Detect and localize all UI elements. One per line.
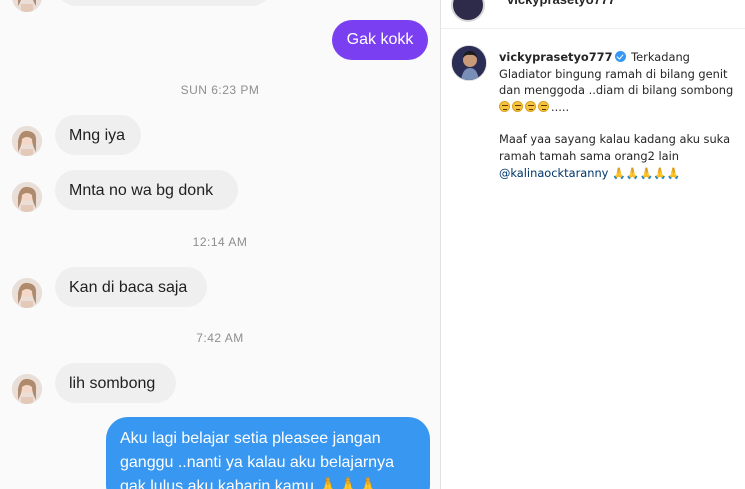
caption-username[interactable]: vickyprasetyo777 (499, 50, 613, 64)
expressionless-emoji-icon (525, 100, 536, 112)
author-avatar[interactable] (451, 0, 485, 22)
timestamp: 12:14 AM (192, 235, 248, 249)
sender-avatar[interactable] (12, 182, 42, 212)
message-bubble-received[interactable]: Mnta no wa bg donk (55, 170, 238, 210)
post-comments-panel: vickyprasetyo777 vickyprasetyo777 Terkad… (441, 0, 745, 489)
expressionless-emoji-icon (512, 100, 523, 112)
timestamp: 7:42 AM (196, 331, 244, 345)
timestamp: SUN 6:23 PM (180, 83, 260, 97)
caption-text-2: Maaf yaa sayang kalau kadang aku suka ra… (499, 132, 731, 163)
mention-link[interactable]: @kalinaocktaranny (499, 166, 608, 180)
message-bubble-received[interactable]: Kan di baca saja (55, 267, 207, 307)
sender-avatar[interactable] (12, 126, 42, 156)
message-bubble-partial (55, 0, 273, 6)
sender-avatar[interactable] (12, 278, 42, 308)
caption-trail: ..... (551, 99, 570, 114)
author-avatar[interactable] (451, 45, 487, 81)
pray-emoji: 🙏🙏🙏🙏🙏 (612, 166, 681, 180)
expressionless-emoji-icon (499, 100, 510, 112)
pray-emoji: 🙏🙏🙏 (318, 478, 379, 489)
post-caption: vickyprasetyo777 Terkadang Gladiator bin… (499, 49, 735, 182)
sender-avatar[interactable] (12, 374, 42, 404)
message-bubble-sent[interactable]: Gak kokk (332, 20, 428, 60)
message-bubble-sent[interactable]: Aku lagi belajar setia pleasee jangan ga… (106, 417, 430, 489)
caption-paragraph: Maaf yaa sayang kalau kadang aku suka ra… (499, 131, 735, 182)
sender-avatar[interactable] (12, 0, 42, 12)
expressionless-emoji-icon (538, 100, 549, 112)
message-bubble-received[interactable]: lih sombong (55, 363, 176, 403)
verified-badge-icon (614, 51, 626, 62)
chat-thread: Gak kokk SUN 6:23 PM Mng iya Mnta no wa … (0, 0, 440, 489)
message-bubble-received[interactable]: Mng iya (55, 115, 141, 155)
post-header: vickyprasetyo777 (441, 0, 745, 29)
author-username[interactable]: vickyprasetyo777 (507, 0, 615, 7)
